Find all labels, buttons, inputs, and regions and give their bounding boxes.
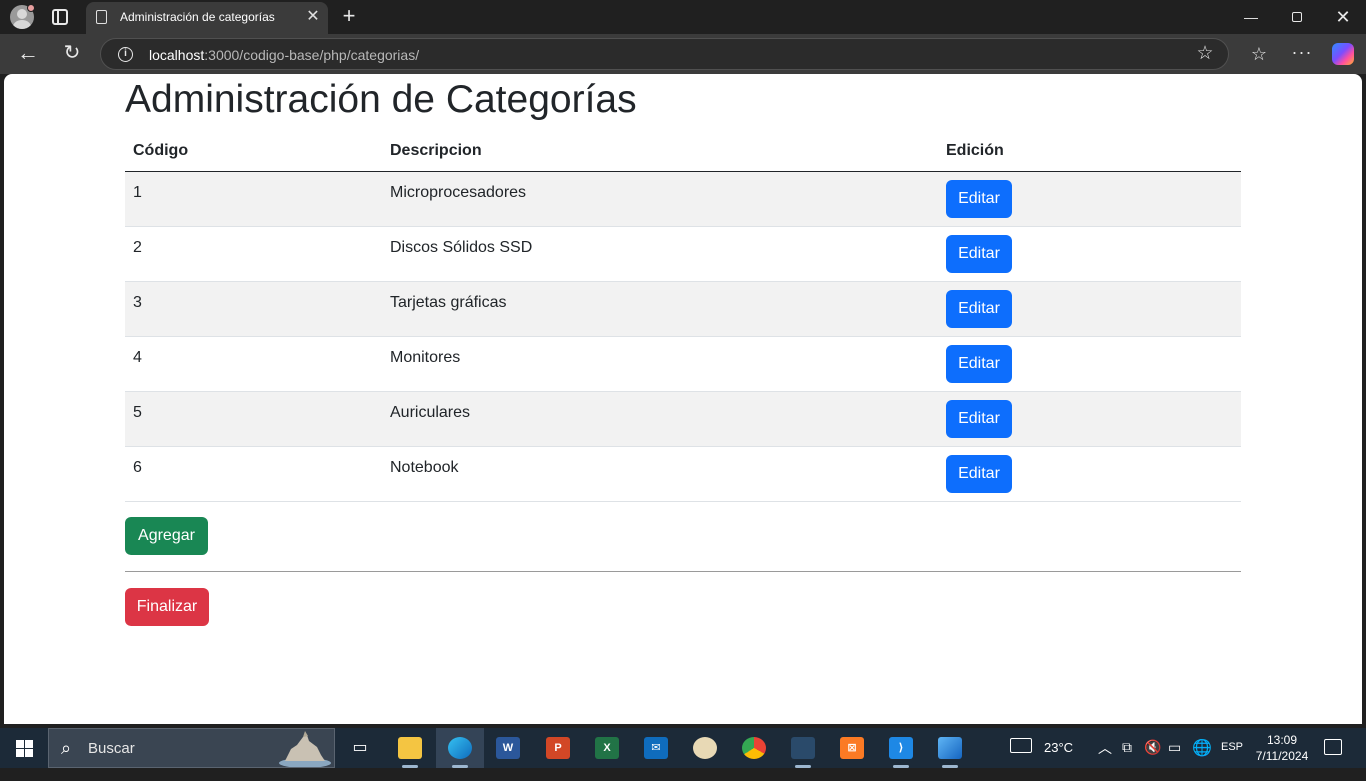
table-row: 2 Discos Sólidos SSD Editar bbox=[125, 226, 1241, 282]
clock-date: 7/11/2024 bbox=[1255, 749, 1309, 763]
edit-button[interactable]: Editar bbox=[946, 179, 1012, 218]
search-icon: ⌕ bbox=[61, 738, 72, 758]
row-edit-cell: Editar bbox=[938, 336, 1241, 392]
network-globe-icon[interactable]: 🌐 bbox=[1192, 738, 1212, 778]
browser-tab-bar: Administración de categorías ✕ + — ✕ bbox=[0, 0, 1366, 34]
photos-icon[interactable] bbox=[926, 728, 974, 768]
column-header-edit: Edición bbox=[938, 132, 1241, 172]
window-close-icon[interactable]: ✕ bbox=[1328, 6, 1358, 28]
weather-icon[interactable] bbox=[1010, 738, 1036, 758]
page-document-icon bbox=[96, 10, 107, 24]
add-button[interactable]: Agregar bbox=[125, 517, 208, 555]
edit-button[interactable]: Editar bbox=[946, 289, 1012, 328]
tab-actions-icon[interactable] bbox=[52, 9, 68, 25]
row-code: 4 bbox=[125, 336, 382, 392]
row-description: Monitores bbox=[382, 336, 938, 392]
more-options-icon[interactable]: ··· bbox=[1290, 42, 1314, 66]
edit-button[interactable]: Editar bbox=[946, 454, 1012, 493]
site-info-icon[interactable]: i bbox=[118, 47, 133, 62]
clock[interactable]: 13:09 7/11/2024 bbox=[1250, 732, 1314, 764]
minimize-icon[interactable]: — bbox=[1236, 6, 1266, 28]
edit-button[interactable]: Editar bbox=[946, 234, 1012, 273]
row-code: 6 bbox=[125, 446, 382, 502]
xampp-icon[interactable]: ⊠ bbox=[828, 728, 876, 768]
speaker-muted-icon[interactable]: 🔇 bbox=[1144, 739, 1161, 779]
row-edit-cell: Editar bbox=[938, 391, 1241, 447]
edit-button[interactable]: Editar bbox=[946, 399, 1012, 438]
reload-icon[interactable]: ↻ bbox=[60, 42, 84, 66]
profile-status-icon bbox=[27, 4, 35, 12]
url-path: :3000/codigo-base/php/categorias/ bbox=[204, 47, 420, 63]
row-description: Tarjetas gráficas bbox=[382, 281, 938, 337]
finish-button[interactable]: Finalizar bbox=[125, 588, 209, 626]
task-view-icon[interactable]: ▭ bbox=[336, 728, 384, 768]
favorites-icon[interactable]: ☆ bbox=[1248, 42, 1270, 66]
page-viewport: Administración de Categorías Código Desc… bbox=[4, 74, 1362, 724]
table-row: 6 Notebook Editar bbox=[125, 446, 1241, 502]
table-header-row: Código Descripcion Edición bbox=[125, 132, 1241, 172]
table-row: 1 Microprocesadores Editar bbox=[125, 171, 1241, 227]
divider bbox=[125, 571, 1241, 572]
table-row: 3 Tarjetas gráficas Editar bbox=[125, 281, 1241, 337]
new-tab-icon[interactable]: + bbox=[338, 4, 360, 28]
tab-title: Administración de categorías bbox=[120, 10, 275, 24]
column-header-description: Descripcion bbox=[382, 132, 938, 172]
row-description: Discos Sólidos SSD bbox=[382, 226, 938, 282]
notifications-icon[interactable] bbox=[1324, 739, 1342, 755]
search-highlight-wolf-icon bbox=[279, 731, 331, 767]
row-edit-cell: Editar bbox=[938, 446, 1241, 502]
restore-icon[interactable] bbox=[1282, 6, 1312, 28]
url-text[interactable]: localhost:3000/codigo-base/php/categoria… bbox=[149, 47, 419, 63]
back-arrow-icon[interactable]: ← bbox=[16, 42, 40, 66]
battery-icon[interactable]: ▭ bbox=[1168, 739, 1181, 779]
taskbar-search-input[interactable]: ⌕ Buscar bbox=[48, 728, 335, 768]
row-description: Notebook bbox=[382, 446, 938, 502]
url-host: localhost bbox=[149, 47, 205, 63]
excel-icon[interactable]: X bbox=[583, 728, 631, 768]
table-row: 4 Monitores Editar bbox=[125, 336, 1241, 392]
taskbar: ⌕ Buscar ▭ W P X ✉ ⊠ ⟩ 23°C ︿ ⧉ 🔇 ▭ 🌐 ES… bbox=[0, 728, 1366, 768]
categories-table: Código Descripcion Edición 1 Microproces… bbox=[125, 132, 1241, 502]
clock-time: 13:09 bbox=[1266, 733, 1298, 747]
column-header-code: Código bbox=[125, 132, 382, 172]
row-code: 1 bbox=[125, 171, 382, 227]
weather-temperature[interactable]: 23°C bbox=[1044, 740, 1073, 780]
page-title: Administración de Categorías bbox=[125, 78, 637, 121]
windows-start-icon[interactable] bbox=[16, 740, 33, 757]
row-code: 3 bbox=[125, 281, 382, 337]
mysql-workbench-icon[interactable] bbox=[779, 728, 827, 768]
edge-browser-icon[interactable] bbox=[436, 728, 484, 768]
mail-icon[interactable]: ✉ bbox=[632, 728, 680, 768]
row-code: 5 bbox=[125, 391, 382, 447]
row-code: 2 bbox=[125, 226, 382, 282]
row-edit-cell: Editar bbox=[938, 171, 1241, 227]
address-bar[interactable]: i localhost:3000/codigo-base/php/categor… bbox=[100, 38, 1229, 70]
tab-categorias[interactable]: Administración de categorías ✕ bbox=[86, 2, 328, 34]
language-indicator[interactable]: ESP bbox=[1221, 741, 1243, 781]
copilot-icon[interactable] bbox=[1332, 43, 1354, 65]
chrome-icon[interactable] bbox=[730, 728, 778, 768]
edit-button[interactable]: Editar bbox=[946, 344, 1012, 383]
row-edit-cell: Editar bbox=[938, 281, 1241, 337]
row-edit-cell: Editar bbox=[938, 226, 1241, 282]
meet-icon[interactable]: ⧉ bbox=[1122, 739, 1132, 779]
tab-close-icon[interactable]: ✕ bbox=[305, 7, 321, 27]
paint-icon[interactable] bbox=[681, 728, 729, 768]
taskbar-search-placeholder: Buscar bbox=[88, 740, 135, 757]
word-icon[interactable]: W bbox=[484, 728, 532, 768]
row-description: Microprocesadores bbox=[382, 171, 938, 227]
powerpoint-icon[interactable]: P bbox=[534, 728, 582, 768]
chevron-up-icon[interactable]: ︿ bbox=[1098, 738, 1112, 778]
favorite-star-icon[interactable]: ☆ bbox=[1195, 43, 1215, 65]
table-row: 5 Auriculares Editar bbox=[125, 391, 1241, 447]
file-explorer-icon[interactable] bbox=[386, 728, 434, 768]
row-description: Auriculares bbox=[382, 391, 938, 447]
browser-toolbar: ← ↻ i localhost:3000/codigo-base/php/cat… bbox=[0, 34, 1366, 74]
vscode-icon[interactable]: ⟩ bbox=[877, 728, 925, 768]
